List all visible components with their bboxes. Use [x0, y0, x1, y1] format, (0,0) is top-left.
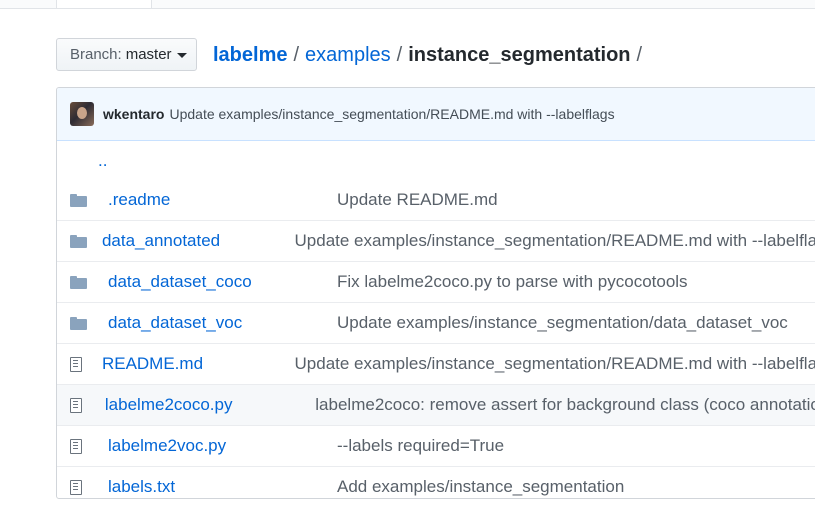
file-row[interactable]: labelme2voc.py --labels required=True	[57, 425, 815, 466]
branch-name: master	[125, 46, 172, 63]
parent-directory-row: ..	[57, 141, 815, 180]
icon-cell	[57, 438, 108, 454]
file-name-cell: .readme	[108, 190, 337, 210]
file-name-link[interactable]: README.md	[102, 354, 203, 373]
commit-message-link[interactable]: Fix labelme2coco.py to parse with pycoco…	[337, 272, 688, 292]
chevron-down-icon	[176, 52, 187, 58]
branch-select-button[interactable]: Branch: master	[56, 38, 197, 71]
icon-cell	[57, 316, 108, 330]
file-icon	[70, 397, 82, 413]
file-name-cell: README.md	[102, 354, 295, 374]
breadcrumb-current: instance_segmentation	[408, 44, 631, 66]
breadcrumb-separator: /	[636, 44, 643, 66]
commit-message-link[interactable]: Add examples/instance_segmentation	[337, 477, 624, 497]
icon-cell	[57, 479, 108, 495]
file-name-cell: data_annotated	[102, 231, 295, 251]
file-name-link[interactable]: data_dataset_coco	[108, 272, 252, 291]
file-name-cell: labelme2voc.py	[108, 436, 337, 456]
file-name-cell: labelme2coco.py	[105, 395, 315, 415]
file-icon	[70, 438, 82, 454]
file-name-link[interactable]: labels.txt	[108, 477, 175, 496]
file-name-link[interactable]: labelme2voc.py	[108, 436, 226, 455]
file-name-link[interactable]: .readme	[108, 190, 170, 209]
file-row[interactable]: data_dataset_coco Fix labelme2coco.py to …	[57, 261, 815, 302]
breadcrumb-folder-link[interactable]: examples	[305, 44, 391, 66]
commit-message[interactable]: Update examples/instance_segmentation/RE…	[169, 106, 614, 122]
folder-icon	[70, 275, 87, 289]
breadcrumb-separator: /	[293, 44, 300, 66]
file-list: wkentaro Update examples/instance_segmen…	[56, 87, 815, 499]
icon-cell	[57, 275, 108, 289]
commit-author[interactable]: wkentaro	[103, 106, 164, 122]
icon-cell	[57, 193, 108, 207]
file-row[interactable]: data_dataset_voc Update examples/instance…	[57, 302, 815, 343]
commit-message-link[interactable]: Update examples/instance_segmentation/da…	[337, 313, 788, 333]
active-tab[interactable]	[56, 0, 152, 8]
latest-commit-bar: wkentaro Update examples/instance_segmen…	[57, 88, 815, 141]
breadcrumb: labelme / examples / instance_segmentation /	[213, 42, 648, 68]
folder-icon	[70, 193, 87, 207]
folder-icon	[70, 316, 87, 330]
commit-message-link[interactable]: Update README.md	[337, 190, 498, 210]
icon-cell	[57, 397, 105, 413]
file-name-cell: data_dataset_voc	[108, 313, 337, 333]
breadcrumb-separator: /	[396, 44, 403, 66]
file-name-cell: data_dataset_coco	[108, 272, 337, 292]
breadcrumb-repo-link[interactable]: labelme	[213, 44, 287, 66]
file-row[interactable]: labelme2coco.py labelme2coco: remove asse…	[57, 384, 815, 425]
branch-prefix-label: Branch:	[70, 46, 122, 63]
file-row[interactable]: README.md Update examples/instance_segmen…	[57, 343, 815, 384]
folder-icon	[70, 234, 87, 248]
file-row[interactable]: .readme Update README.md	[57, 180, 815, 220]
file-icon	[70, 356, 82, 372]
file-row[interactable]: data_annotated Update examples/instance_s…	[57, 220, 815, 261]
file-row[interactable]: labels.txt Add examples/instance_segmenta…	[57, 466, 815, 498]
file-icon	[70, 479, 82, 495]
commit-message-link[interactable]: labelme2coco: remove assert for backgrou…	[315, 395, 815, 415]
file-name-cell: labels.txt	[108, 477, 337, 497]
avatar[interactable]	[70, 102, 94, 126]
commit-message-link[interactable]: --labels required=True	[337, 436, 504, 456]
file-name-link[interactable]: labelme2coco.py	[105, 395, 233, 414]
commit-message-link[interactable]: Update examples/instance_segmentation/RE…	[295, 231, 815, 251]
file-name-link[interactable]: data_dataset_voc	[108, 313, 242, 332]
commit-message-link[interactable]: Update examples/instance_segmentation/RE…	[295, 354, 815, 374]
icon-cell	[57, 234, 102, 248]
file-name-link[interactable]: data_annotated	[102, 231, 220, 250]
parent-directory-link[interactable]: ..	[57, 151, 107, 171]
tab-bar	[0, 0, 815, 9]
icon-cell	[57, 356, 102, 372]
